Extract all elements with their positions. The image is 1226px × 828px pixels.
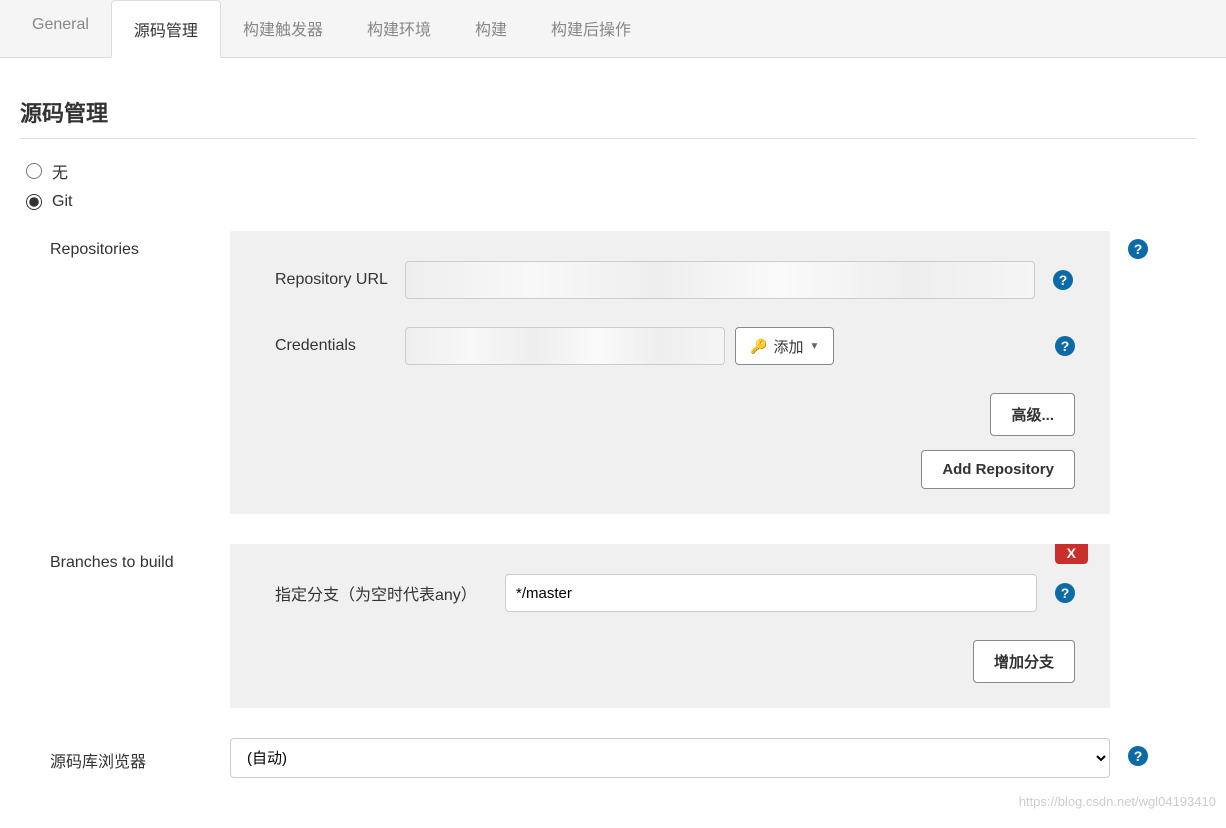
repo-browser-label: 源码库浏览器	[50, 738, 230, 772]
tab-build[interactable]: 构建	[453, 0, 529, 57]
tab-post[interactable]: 构建后操作	[529, 0, 653, 57]
scm-git-radio[interactable]	[26, 194, 42, 210]
scm-git-label: Git	[52, 193, 72, 211]
branch-spec-label: 指定分支（为空时代表any）	[275, 581, 505, 605]
tab-general[interactable]: General	[10, 0, 111, 57]
tab-triggers[interactable]: 构建触发器	[221, 0, 345, 57]
credentials-label: Credentials	[275, 337, 405, 355]
branches-row: Branches to build X 指定分支（为空时代表any） ? 增加分…	[50, 544, 1196, 708]
help-icon[interactable]: ?	[1053, 270, 1073, 290]
delete-branch-button[interactable]: X	[1055, 544, 1088, 564]
scm-git-row[interactable]: Git	[26, 193, 1196, 211]
chevron-down-icon: ▼	[809, 341, 819, 352]
add-credentials-button[interactable]: 🔑 添加 ▼	[735, 327, 834, 365]
advanced-button[interactable]: 高级...	[990, 393, 1075, 436]
config-tabs: General 源码管理 构建触发器 构建环境 构建 构建后操作	[0, 0, 1226, 58]
scm-radio-group: 无 Git	[26, 159, 1196, 211]
help-icon[interactable]: ?	[1055, 336, 1075, 356]
repo-browser-row: 源码库浏览器 (自动) ?	[50, 738, 1196, 778]
repositories-label: Repositories	[50, 231, 230, 259]
repo-url-input[interactable]	[405, 261, 1035, 299]
repo-url-label: Repository URL	[275, 271, 405, 289]
help-icon[interactable]: ?	[1128, 746, 1148, 766]
tab-env[interactable]: 构建环境	[345, 0, 453, 57]
watermark: https://blog.csdn.net/wgl04193410	[1019, 794, 1216, 809]
scm-none-radio[interactable]	[26, 163, 42, 179]
credentials-select[interactable]	[405, 327, 725, 365]
repositories-row: Repositories Repository URL ? Credential…	[50, 231, 1196, 514]
branch-spec-input[interactable]	[505, 574, 1037, 612]
add-branch-button[interactable]: 增加分支	[973, 640, 1075, 683]
add-repository-button[interactable]: Add Repository	[921, 450, 1075, 489]
branches-label: Branches to build	[50, 544, 230, 572]
branches-panel: X 指定分支（为空时代表any） ? 增加分支	[230, 544, 1110, 708]
help-icon[interactable]: ?	[1128, 239, 1148, 259]
help-icon[interactable]: ?	[1055, 583, 1075, 603]
repositories-panel: Repository URL ? Credentials 🔑 添加 ▼ ? 高级…	[230, 231, 1110, 514]
section-title: 源码管理	[20, 96, 1196, 139]
add-credentials-label: 添加	[773, 336, 803, 357]
scm-none-row[interactable]: 无	[26, 159, 1196, 183]
tab-scm[interactable]: 源码管理	[111, 0, 221, 58]
repo-browser-select[interactable]: (自动)	[230, 738, 1110, 778]
scm-none-label: 无	[52, 159, 68, 183]
key-icon: 🔑	[750, 338, 767, 355]
